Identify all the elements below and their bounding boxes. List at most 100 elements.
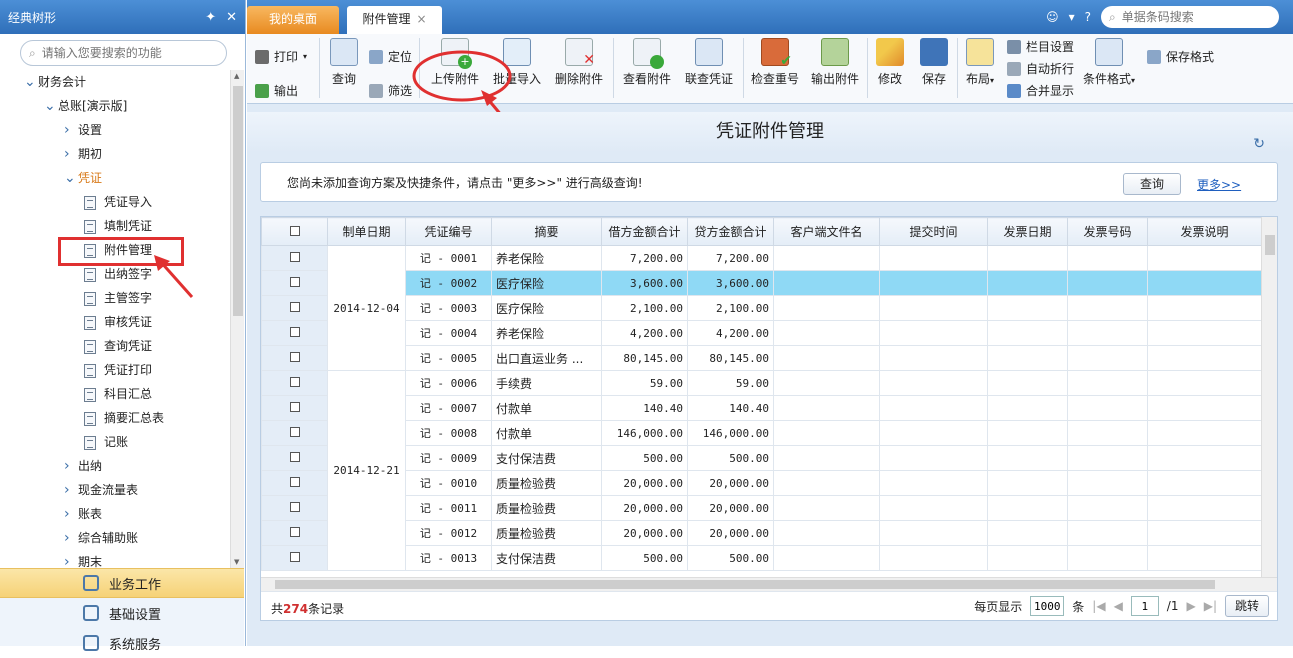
table-row[interactable]: 记 - 0010 质量检验费 20,000.00 20,000.00 <box>261 470 1262 496</box>
bottom-nav-item[interactable]: 基础设置 <box>0 598 244 628</box>
save-button[interactable]: 保存 <box>917 38 951 87</box>
row-checkbox[interactable] <box>289 302 300 312</box>
tree-item[interactable]: ⌄ 总账[演示版] <box>44 95 127 117</box>
row-checkbox-cell[interactable] <box>261 295 328 321</box>
tree-item[interactable]: 凭证打印 <box>84 359 152 381</box>
tree-item[interactable]: 摘要汇总表 <box>84 407 164 429</box>
modify-button[interactable]: 修改 <box>873 38 907 87</box>
row-checkbox[interactable] <box>289 452 300 462</box>
tree-item[interactable]: › 账表 <box>64 503 102 525</box>
link-voucher-button[interactable]: 联查凭证 <box>681 38 737 87</box>
grid-vertical-scrollbar[interactable] <box>1261 217 1277 577</box>
query-panel-button[interactable]: 查询 <box>1123 173 1181 195</box>
table-row[interactable]: 记 - 0005 出口直运业务 ... 80,145.00 80,145.00 <box>261 345 1262 371</box>
row-checkbox[interactable] <box>289 352 300 362</box>
row-checkbox[interactable] <box>289 527 300 537</box>
print-button[interactable]: 打印 ▾ <box>255 48 307 65</box>
first-page-icon[interactable]: |◀ <box>1092 599 1105 613</box>
table-row[interactable]: 记 - 0012 质量检验费 20,000.00 20,000.00 <box>261 520 1262 546</box>
auto-wrap-button[interactable]: 自动折行 <box>1007 60 1074 77</box>
column-header[interactable]: 借方金额合计 <box>601 217 688 246</box>
row-checkbox-cell[interactable] <box>261 445 328 471</box>
last-page-icon[interactable]: ▶| <box>1204 599 1217 613</box>
row-checkbox-cell[interactable] <box>261 420 328 446</box>
tree-scrollbar[interactable]: ▲ ▼ <box>230 70 244 568</box>
column-header[interactable]: 摘要 <box>491 217 602 246</box>
prev-page-icon[interactable]: ◀ <box>1114 599 1123 613</box>
row-checkbox[interactable] <box>289 427 300 437</box>
table-row[interactable]: 记 - 0004 养老保险 4,200.00 4,200.00 <box>261 320 1262 346</box>
row-checkbox-cell[interactable] <box>261 270 328 296</box>
delete-attachment-button[interactable]: ✕ 删除附件 <box>551 38 607 87</box>
close-icon[interactable]: ✕ <box>226 10 237 25</box>
help-icon[interactable]: ? <box>1085 10 1091 24</box>
export-attachment-button[interactable]: 输出附件 <box>807 38 863 87</box>
select-all-cell[interactable] <box>261 217 328 246</box>
column-header[interactable]: 提交时间 <box>879 217 988 246</box>
conditional-format-button[interactable]: 条件格式▾ <box>1079 38 1139 87</box>
dropdown-icon[interactable]: ▾ <box>1069 10 1075 24</box>
tree-item[interactable]: ⌄ 财务会计 <box>24 71 86 93</box>
row-checkbox-cell[interactable] <box>261 495 328 521</box>
tree-item[interactable]: 审核凭证 <box>84 311 152 333</box>
column-header[interactable]: 发票日期 <box>987 217 1068 246</box>
row-checkbox-cell[interactable] <box>261 245 328 271</box>
tree-item[interactable]: 记账 <box>84 431 128 453</box>
tree-item[interactable]: 填制凭证 <box>84 215 152 237</box>
tree-item[interactable]: › 综合辅助账 <box>64 527 138 549</box>
row-checkbox-cell[interactable] <box>261 320 328 346</box>
tree-item[interactable]: 凭证导入 <box>84 191 152 213</box>
per-page-input[interactable] <box>1030 596 1065 616</box>
column-header[interactable]: 发票号码 <box>1067 217 1148 246</box>
column-settings-button[interactable]: 栏目设置 <box>1007 38 1074 55</box>
row-checkbox[interactable] <box>289 377 300 387</box>
row-checkbox-cell[interactable] <box>261 545 328 571</box>
jump-button[interactable]: 跳转 <box>1225 595 1269 617</box>
tree-item[interactable]: 科目汇总 <box>84 383 152 405</box>
bottom-nav-item[interactable]: 业务工作 <box>0 568 244 598</box>
barcode-search-input[interactable] <box>1121 10 1262 24</box>
tree-item[interactable]: › 设置 <box>64 119 102 141</box>
tab-attachment-mgmt[interactable]: 附件管理 × <box>347 6 442 34</box>
merge-display-button[interactable]: 合并显示 <box>1007 82 1074 99</box>
layout-button[interactable]: 布局▾ <box>961 38 999 87</box>
export-button[interactable]: 输出 <box>255 82 298 99</box>
row-checkbox-cell[interactable] <box>261 395 328 421</box>
table-row[interactable]: 2014-12-04 记 - 0001 养老保险 7,200.00 7,200.00 <box>261 245 1262 371</box>
next-page-icon[interactable]: ▶ <box>1186 599 1195 613</box>
row-checkbox-cell[interactable] <box>261 345 328 371</box>
table-row[interactable]: 记 - 0007 付款单 140.40 140.40 <box>261 395 1262 421</box>
select-all-checkbox[interactable] <box>289 225 300 236</box>
tab-close-icon[interactable]: × <box>416 12 426 26</box>
function-search-box[interactable]: ⌕ <box>20 40 227 66</box>
tree-item[interactable]: › 现金流量表 <box>64 479 138 501</box>
tree-item[interactable]: 查询凭证 <box>84 335 152 357</box>
row-checkbox[interactable] <box>289 252 300 262</box>
pin-icon[interactable]: ✦ <box>205 10 216 25</box>
refresh-icon[interactable]: ↻ <box>1253 124 1265 164</box>
column-header[interactable]: 贷方金额合计 <box>687 217 774 246</box>
view-attachment-button[interactable]: 查看附件 <box>619 38 675 87</box>
column-header[interactable]: 发票说明 <box>1147 217 1262 246</box>
table-row[interactable]: 记 - 0009 支付保洁费 500.00 500.00 <box>261 445 1262 471</box>
column-header[interactable]: 制单日期 <box>327 217 406 246</box>
row-checkbox[interactable] <box>289 327 300 337</box>
table-row[interactable]: 记 - 0008 付款单 146,000.00 146,000.00 <box>261 420 1262 446</box>
column-header[interactable]: 凭证编号 <box>405 217 492 246</box>
table-row[interactable]: 2014-12-21 记 - 0006 手续费 59.00 59.00 <box>261 370 1262 571</box>
tree-item[interactable]: › 期末 <box>64 551 102 568</box>
save-format-button[interactable]: 保存格式 <box>1147 48 1214 65</box>
row-checkbox[interactable] <box>289 477 300 487</box>
row-checkbox-cell[interactable] <box>261 520 328 546</box>
row-checkbox[interactable] <box>289 402 300 412</box>
bottom-nav-item[interactable]: 系统服务 <box>0 628 244 658</box>
smiley-icon[interactable]: ☺ <box>1046 10 1059 24</box>
table-row[interactable]: 记 - 0002 医疗保险 3,600.00 3,600.00 <box>261 270 1262 296</box>
tree-item[interactable]: ⌄ 凭证 <box>64 167 102 189</box>
query-button[interactable]: 查询 <box>327 38 361 87</box>
row-checkbox-cell[interactable] <box>261 470 328 496</box>
row-checkbox[interactable] <box>289 502 300 512</box>
tree-item[interactable]: › 期初 <box>64 143 102 165</box>
check-duplicate-button[interactable]: ✔ 检查重号 <box>747 38 803 87</box>
table-row[interactable]: 记 - 0013 支付保洁费 500.00 500.00 <box>261 545 1262 571</box>
